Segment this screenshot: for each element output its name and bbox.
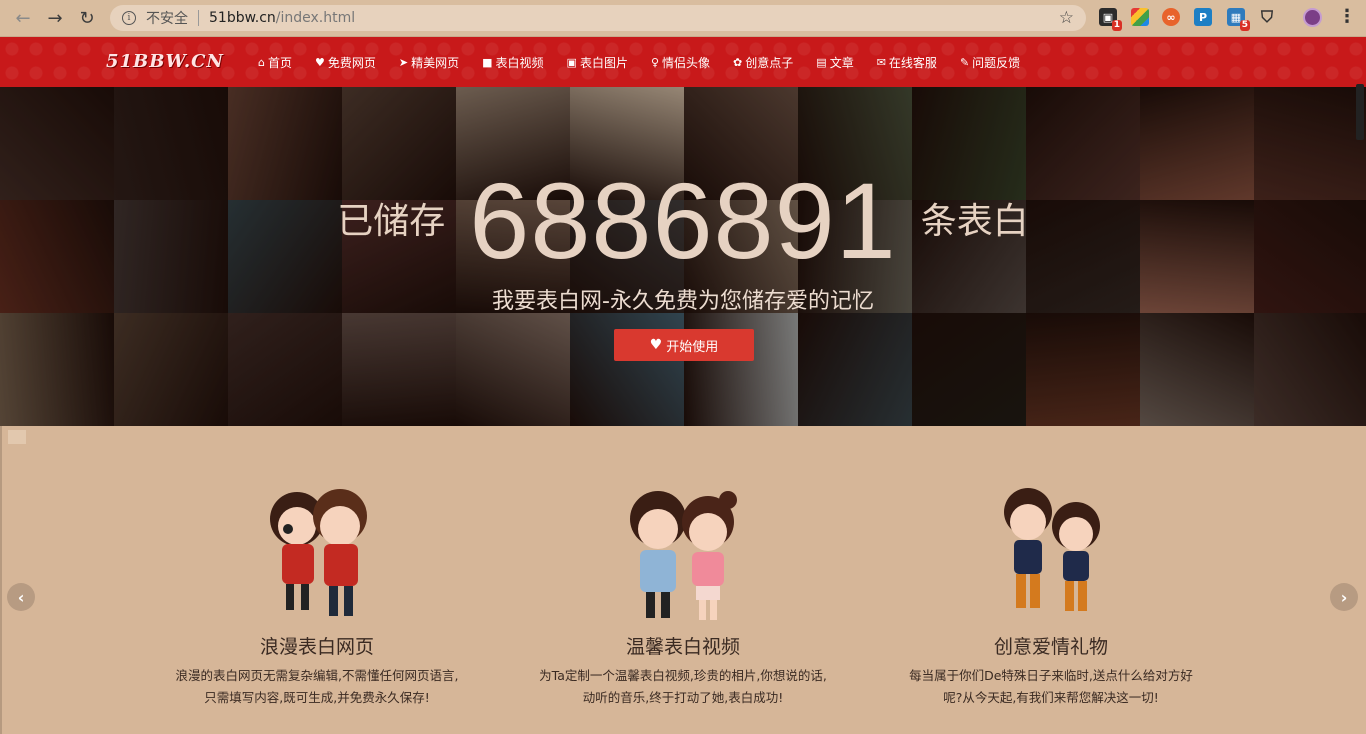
start-button-label: 开始使用 bbox=[666, 339, 719, 355]
site-logo[interactable]: 51BBW.CN bbox=[106, 51, 224, 72]
menu-item-label: 问题反馈 bbox=[972, 55, 1021, 70]
start-button[interactable]: ♥ 开始使用 bbox=[614, 329, 754, 361]
extension-badge: 1 bbox=[1111, 20, 1122, 31]
back-arrow-icon[interactable]: ← bbox=[12, 7, 34, 29]
carousel-prev-arrow-icon[interactable]: ‹ bbox=[7, 583, 35, 611]
feature-desc-line: 每当属于你们De特殊日子来临时,送点什么给对方好 bbox=[909, 668, 1193, 683]
features-section: 浪漫表白网页 浪漫的表白网页无需复杂编辑,不需懂任何网页语言, 只需填写内容,既可… bbox=[0, 426, 1366, 734]
address-bar[interactable]: i 不安全 51bbw.cn/index.html ☆ bbox=[110, 5, 1086, 31]
menu-item[interactable]: ♥ 免费网页 bbox=[315, 54, 376, 71]
browser-toolbar: ← → ↻ i 不安全 51bbw.cn/index.html ☆ ▣ 1 ∞ P… bbox=[0, 0, 1366, 37]
couple-cartoon-image bbox=[986, 484, 1116, 624]
feature-title: 浪漫表白网页 bbox=[259, 636, 374, 658]
menu-item-label: 创意点子 bbox=[745, 55, 794, 70]
menu-item[interactable]: ✎ 问题反馈 bbox=[960, 54, 1020, 71]
menu-item[interactable]: ➤ 精美网页 bbox=[399, 54, 459, 71]
menu-item-label: 免费网页 bbox=[327, 55, 376, 70]
color-extension-icon[interactable] bbox=[1131, 8, 1149, 26]
home-icon: ⌂ bbox=[258, 55, 265, 69]
stored-count: 已储存 6886891 条表白 bbox=[0, 167, 1366, 275]
feature-card: 浪漫表白网页 浪漫的表白网页无需复杂编辑,不需懂任何网页语言, 只需填写内容,既可… bbox=[142, 484, 492, 709]
count-number: 6886891 bbox=[469, 160, 897, 281]
feature-desc: 每当属于你们De特殊日子来临时,送点什么给对方好 呢?从今天起,有我们来帮您解决这… bbox=[876, 665, 1226, 709]
count-suffix: 条表白 bbox=[920, 201, 1029, 242]
couple-cartoon-image bbox=[252, 484, 382, 624]
menu-item-label: 文章 bbox=[829, 55, 854, 70]
browser-menu-icon[interactable]: ⋮ bbox=[1338, 6, 1356, 27]
feature-desc-line: 为Ta定制一个温馨表白视频,珍贵的相片,你想说的话, bbox=[539, 668, 827, 683]
url-host: 51bbw.cn bbox=[209, 10, 276, 26]
bookmark-star-icon[interactable]: ☆ bbox=[1059, 8, 1074, 28]
couple-cartoon-image bbox=[618, 484, 748, 624]
shield-extension-icon[interactable]: ⛉ bbox=[1258, 7, 1276, 26]
feature-desc-line: 呢?从今天起,有我们来帮您解决这一切! bbox=[943, 690, 1159, 705]
profile-avatar[interactable] bbox=[1303, 8, 1322, 27]
feature-title: 创意爱情礼物 bbox=[993, 636, 1108, 658]
reload-icon[interactable]: ↻ bbox=[76, 7, 98, 29]
forward-arrow-icon[interactable]: → bbox=[44, 7, 66, 29]
feature-card: 温馨表白视频 为Ta定制一个温馨表白视频,珍贵的相片,你想说的话, 动听的音乐,终… bbox=[508, 484, 858, 709]
menu-item[interactable]: ✿ 创意点子 bbox=[733, 54, 793, 71]
book-icon: ▤ bbox=[816, 55, 827, 69]
couple-icon: ♀ bbox=[650, 55, 660, 69]
hero-tagline: 我要表白网-永久免费为您储存爱的记忆 bbox=[492, 289, 874, 314]
edit-icon: ✎ bbox=[959, 55, 970, 69]
video-icon: ■ bbox=[482, 55, 493, 69]
site-navbar: 51BBW.CN ⌂ 首页 ♥ 免费网页 ➤ 精美网页 ■ 表白视频 ▣ 表白图片 ♀ 情侣头像 ✿ 创意… bbox=[0, 37, 1366, 87]
p-extension-icon[interactable]: P bbox=[1194, 8, 1212, 26]
insecure-label: 不安全 bbox=[146, 11, 188, 27]
menu-item-label: 表白视频 bbox=[495, 55, 544, 70]
heart-icon: ♥ bbox=[649, 337, 663, 353]
address-divider bbox=[198, 10, 199, 26]
menu-item[interactable]: ⌂ 首页 bbox=[258, 54, 292, 71]
heart-icon: ♥ bbox=[315, 55, 325, 69]
picture-icon: ▣ bbox=[566, 55, 577, 69]
feature-desc-line: 只需填写内容,既可生成,并免费永久保存! bbox=[204, 690, 430, 705]
chat-icon: ✉ bbox=[876, 55, 886, 69]
menu-item-label: 表白图片 bbox=[579, 55, 628, 70]
scrollbar-thumb[interactable] bbox=[1356, 84, 1364, 140]
carousel-next-arrow-icon[interactable]: › bbox=[1330, 583, 1358, 611]
infinity-extension-icon[interactable]: ∞ bbox=[1162, 8, 1180, 26]
grid-extension-icon[interactable]: ▦ 5 bbox=[1227, 8, 1250, 31]
extension-puzzle-icon[interactable]: ▣ 1 bbox=[1099, 8, 1122, 31]
menu-item[interactable]: ✉ 在线客服 bbox=[877, 54, 937, 71]
flower-icon: ✿ bbox=[733, 55, 743, 69]
menu-item-label: 情侣头像 bbox=[662, 55, 711, 70]
feature-desc-line: 动听的音乐,终于打动了她,表白成功! bbox=[582, 690, 784, 705]
url-path: /index.html bbox=[275, 10, 356, 26]
menu-item[interactable]: ♀ 情侣头像 bbox=[651, 54, 710, 71]
feature-title: 温馨表白视频 bbox=[625, 636, 740, 658]
feature-desc: 为Ta定制一个温馨表白视频,珍贵的相片,你想说的话, 动听的音乐,终于打动了她,表… bbox=[508, 665, 858, 709]
menu-item[interactable]: ▣ 表白图片 bbox=[567, 54, 628, 71]
menu-item-label: 精美网页 bbox=[411, 55, 460, 70]
menu-item[interactable]: ■ 表白视频 bbox=[482, 54, 543, 71]
feature-desc-line: 浪漫的表白网页无需复杂编辑,不需懂任何网页语言, bbox=[175, 668, 459, 683]
send-icon: ➤ bbox=[398, 55, 409, 69]
hero-banner: 已储存 6886891 条表白 我要表白网-永久免费为您储存爱的记忆 ♥ 开始使… bbox=[0, 87, 1366, 426]
menu-item-label: 在线客服 bbox=[888, 55, 937, 70]
feature-desc: 浪漫的表白网页无需复杂编辑,不需懂任何网页语言, 只需填写内容,既可生成,并免费永… bbox=[142, 665, 492, 709]
menu-item-label: 首页 bbox=[267, 55, 292, 70]
menu-item[interactable]: ▤ 文章 bbox=[816, 54, 853, 71]
main-menu: ⌂ 首页 ♥ 免费网页 ➤ 精美网页 ■ 表白视频 ▣ 表白图片 ♀ 情侣头像 ✿ 创意点子 ▤ 文章 ✉ 在线客… bbox=[258, 37, 1043, 87]
feature-card: 创意爱情礼物 每当属于你们De特殊日子来临时,送点什么给对方好 呢?从今天起,有我… bbox=[876, 484, 1226, 709]
extension-badge: 5 bbox=[1239, 20, 1250, 31]
count-prefix: 已储存 bbox=[337, 201, 446, 242]
site-info-icon[interactable]: i bbox=[122, 11, 136, 25]
